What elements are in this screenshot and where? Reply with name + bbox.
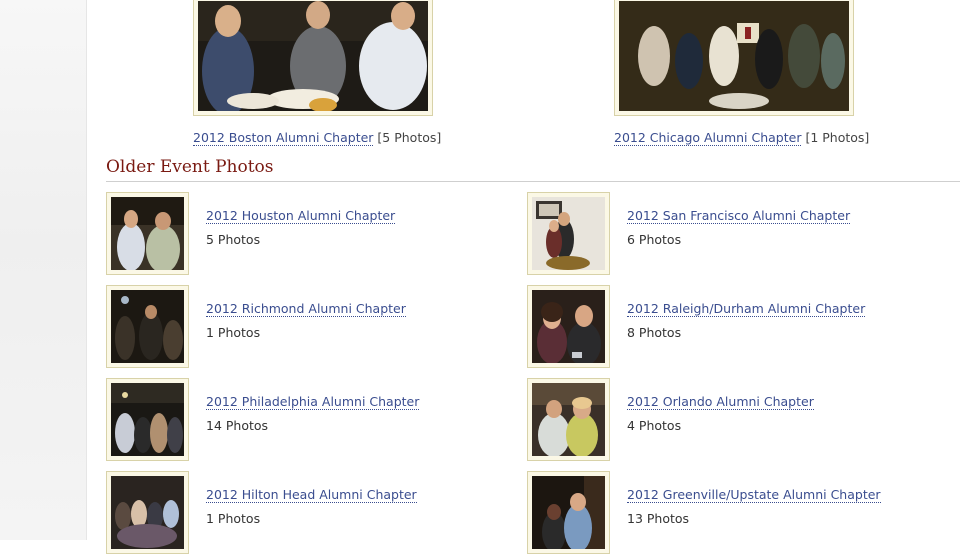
photo-count: 8 Photos	[627, 325, 682, 340]
featured-event-link[interactable]: 2012 Chicago Alumni Chapter	[614, 130, 802, 146]
photo-count: 5 Photos	[206, 232, 261, 247]
featured-photo[interactable]	[619, 1, 849, 111]
list-item: 2012 Richmond Alumni Chapter 1 Photos	[106, 285, 506, 369]
event-thumbnail[interactable]	[527, 285, 610, 368]
featured-photo-count: [5 Photos]	[377, 130, 442, 145]
event-link[interactable]: 2012 Orlando Alumni Chapter	[627, 394, 814, 410]
list-item: 2012 Houston Alumni Chapter 5 Photos	[106, 192, 506, 276]
photo-count: 6 Photos	[627, 232, 682, 247]
photo-count: 14 Photos	[206, 418, 269, 433]
event-thumbnail[interactable]	[106, 192, 189, 275]
featured-caption: 2012 Chicago Alumni Chapter [1 Photos]	[614, 130, 870, 146]
event-link[interactable]: 2012 Greenville/Upstate Alumni Chapter	[627, 487, 881, 503]
event-thumbnail[interactable]	[106, 471, 189, 554]
photo-count: 1 Photos	[206, 511, 261, 526]
list-item: 2012 Raleigh/Durham Alumni Chapter 8 Pho…	[527, 285, 927, 369]
event-link[interactable]: 2012 Raleigh/Durham Alumni Chapter	[627, 301, 866, 317]
event-thumbnail[interactable]	[106, 378, 189, 461]
event-thumbnail[interactable]	[527, 471, 610, 554]
main-content: 2012 Boston Alumni Chapter [5 Photos] 20…	[106, 0, 960, 554]
list-item: 2012 Philadelphia Alumni Chapter 14 Phot…	[106, 378, 506, 462]
event-link[interactable]: 2012 Hilton Head Alumni Chapter	[206, 487, 417, 503]
featured-photo-frame[interactable]	[614, 0, 854, 116]
event-thumbnail[interactable]	[527, 378, 610, 461]
event-thumbnail[interactable]	[527, 192, 610, 275]
list-item: 2012 San Francisco Alumni Chapter 6 Phot…	[527, 192, 927, 276]
photo-count: 13 Photos	[627, 511, 690, 526]
left-gutter	[0, 0, 87, 540]
event-link[interactable]: 2012 Houston Alumni Chapter	[206, 208, 396, 224]
featured-event-link[interactable]: 2012 Boston Alumni Chapter	[193, 130, 374, 146]
featured-photo-count: [1 Photos]	[805, 130, 870, 145]
event-link[interactable]: 2012 Philadelphia Alumni Chapter	[206, 394, 420, 410]
featured-photo-frame[interactable]	[193, 0, 433, 116]
featured-caption: 2012 Boston Alumni Chapter [5 Photos]	[193, 130, 442, 146]
list-item: 2012 Orlando Alumni Chapter 4 Photos	[527, 378, 927, 462]
event-link[interactable]: 2012 Richmond Alumni Chapter	[206, 301, 406, 317]
list-item: 2012 Hilton Head Alumni Chapter 1 Photos	[106, 471, 506, 555]
photo-count: 1 Photos	[206, 325, 261, 340]
section-divider	[106, 181, 960, 182]
event-thumbnail[interactable]	[106, 285, 189, 368]
photo-count: 4 Photos	[627, 418, 682, 433]
list-item: 2012 Greenville/Upstate Alumni Chapter 1…	[527, 471, 927, 555]
event-link[interactable]: 2012 San Francisco Alumni Chapter	[627, 208, 851, 224]
section-title: Older Event Photos	[106, 157, 274, 177]
featured-photo[interactable]	[198, 1, 428, 111]
